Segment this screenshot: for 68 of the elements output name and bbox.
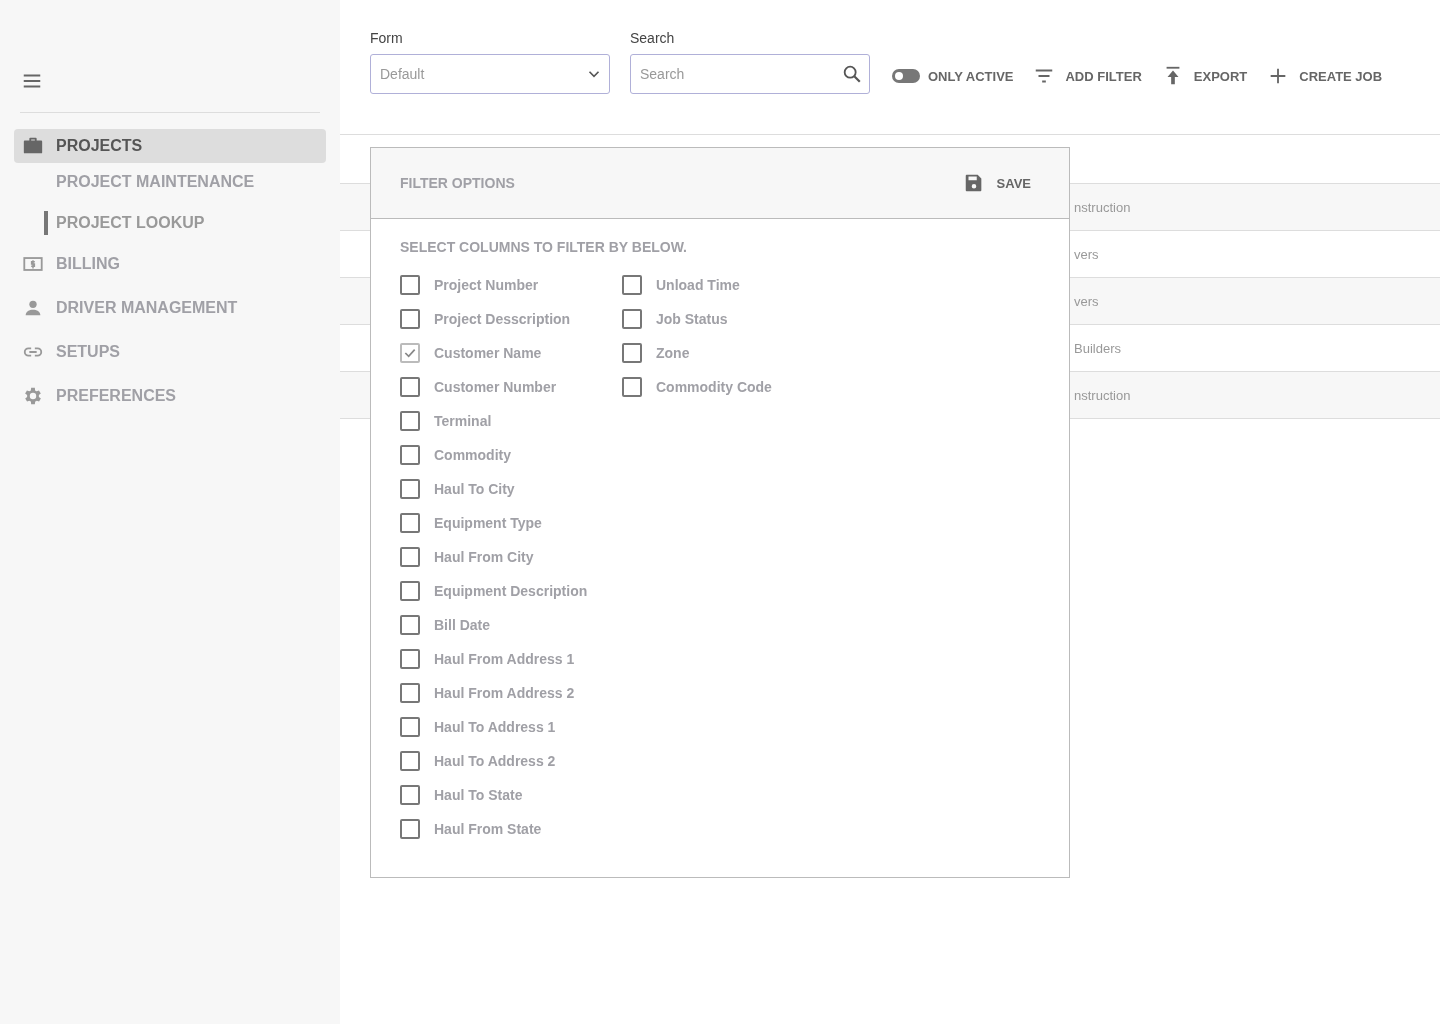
checkbox-label: Haul From Address 2 bbox=[434, 685, 575, 701]
checkbox-label: Haul From Address 1 bbox=[434, 651, 575, 667]
checkbox-label: Customer Number bbox=[434, 379, 557, 395]
checkbox-label: Bill Date bbox=[434, 617, 490, 633]
checkbox[interactable] bbox=[400, 513, 420, 533]
search-field[interactable]: Search bbox=[630, 54, 870, 94]
checkbox-label: Equipment Type bbox=[434, 515, 542, 531]
checkbox-label: Project Number bbox=[434, 277, 539, 293]
checkbox[interactable] bbox=[400, 649, 420, 669]
checkbox-label: Haul From State bbox=[434, 821, 542, 837]
nav-item[interactable]: PREFERENCES bbox=[14, 379, 326, 413]
form-dropdown[interactable]: Default bbox=[370, 54, 610, 94]
nav-item[interactable]: DRIVER MANAGEMENT bbox=[14, 291, 326, 325]
checkbox[interactable] bbox=[400, 275, 420, 295]
search-icon[interactable] bbox=[841, 63, 863, 85]
checkbox[interactable] bbox=[400, 547, 420, 567]
checkbox[interactable] bbox=[622, 275, 642, 295]
checkbox-label: Haul To State bbox=[434, 787, 523, 803]
checkbox-label: Unload Time bbox=[656, 277, 740, 293]
checkbox-label: Haul To Address 1 bbox=[434, 719, 556, 735]
checkbox-label: Haul To City bbox=[434, 481, 515, 497]
checkbox[interactable] bbox=[400, 343, 420, 363]
checkbox-label: Equipment Description bbox=[434, 583, 588, 599]
checkbox-label: Commodity bbox=[434, 447, 511, 463]
checkbox-label: Customer Name bbox=[434, 345, 542, 361]
table-cell: Builders bbox=[1074, 340, 1121, 356]
checkbox[interactable] bbox=[622, 309, 642, 329]
checkbox-label: Terminal bbox=[434, 413, 492, 429]
table-cell: nstruction bbox=[1074, 199, 1131, 215]
checkbox-label: Haul From City bbox=[434, 549, 534, 565]
checkbox[interactable] bbox=[400, 717, 420, 737]
toolbar-button[interactable]: EXPORT bbox=[1161, 65, 1248, 87]
checkbox-label: Job Status bbox=[656, 311, 728, 327]
checkbox[interactable] bbox=[400, 479, 420, 499]
checkbox[interactable] bbox=[400, 683, 420, 703]
toolbar-button[interactable]: ADD FILTER bbox=[1033, 65, 1142, 87]
checkbox-label: Zone bbox=[656, 345, 690, 361]
instruction-text: SELECT COLUMNS TO FILTER BY BELOW. bbox=[400, 239, 688, 255]
field-label: Form bbox=[370, 30, 404, 46]
save-button[interactable]: SAVE bbox=[962, 172, 1031, 194]
nav-subitem[interactable]: PROJECT LOOKUP bbox=[44, 211, 326, 235]
field-label: Search bbox=[630, 30, 676, 46]
checkbox[interactable] bbox=[400, 581, 420, 601]
toolbar-button[interactable]: CREATE JOB bbox=[1267, 65, 1383, 87]
checkbox[interactable] bbox=[400, 751, 420, 771]
toggle-switch[interactable] bbox=[892, 69, 920, 83]
checkbox-label: Commodity Code bbox=[656, 379, 772, 395]
checkbox[interactable] bbox=[400, 309, 420, 329]
panel-title: FILTER OPTIONS bbox=[400, 175, 515, 191]
table-cell: vers bbox=[1074, 293, 1099, 309]
table-cell: nstruction bbox=[1074, 387, 1131, 403]
gear-icon bbox=[22, 385, 44, 407]
checkbox[interactable] bbox=[400, 819, 420, 839]
nav-subitem[interactable]: PROJECT MAINTENANCE bbox=[44, 170, 326, 194]
checkbox-label: Haul To Address 2 bbox=[434, 753, 556, 769]
checkbox[interactable] bbox=[400, 615, 420, 635]
toggle-label: ONLY ACTIVE bbox=[928, 68, 1014, 84]
nav-item[interactable]: BILLING bbox=[14, 247, 326, 281]
table-cell: vers bbox=[1074, 246, 1099, 262]
nav-item[interactable]: SETUPS bbox=[14, 335, 326, 369]
checkbox[interactable] bbox=[622, 377, 642, 397]
checkbox[interactable] bbox=[400, 785, 420, 805]
checkbox[interactable] bbox=[622, 343, 642, 363]
checkbox[interactable] bbox=[400, 411, 420, 431]
checkbox[interactable] bbox=[400, 377, 420, 397]
checkbox-label: Project Desscription bbox=[434, 311, 571, 327]
nav-item[interactable]: PROJECTS bbox=[14, 129, 326, 163]
checkbox[interactable] bbox=[400, 445, 420, 465]
